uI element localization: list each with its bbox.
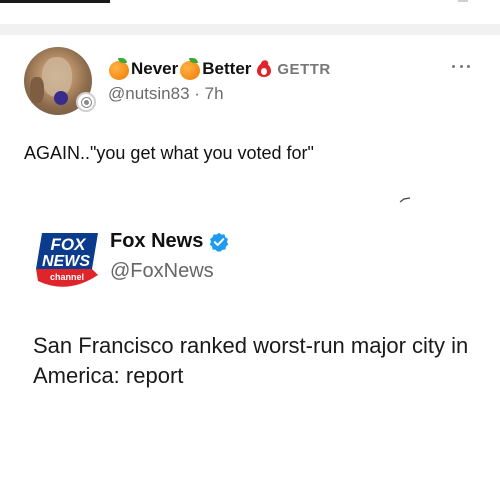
embed-name-text: Fox News [110,230,204,252]
fire-badge-icon [256,58,272,78]
post-text: AGAIN.."you get what you voted for" [24,143,314,163]
embed-author-handle[interactable]: @FoxNews [110,260,214,283]
user-handle[interactable]: @nutsin83 [108,84,190,103]
verified-check-icon [210,232,229,252]
more-options-icon[interactable] [452,62,470,70]
embed-headline[interactable]: San Francisco ranked worst-run major cit… [33,331,473,391]
feed-divider [0,24,500,35]
stray-mark [399,197,411,203]
display-name[interactable]: Never Better GETTR [108,57,331,81]
handle-row: @nutsin83 · 7h [108,84,224,104]
verified-badge-icon [76,92,96,112]
orange-icon [179,58,201,80]
fox-news-logo[interactable]: FOX NEWS channel [34,229,102,291]
embed-author-name[interactable]: Fox News [110,230,229,253]
fox-logo-text-mid: NEWS [42,253,90,270]
top-bar-mark [458,0,468,2]
platform-label: GETTR [277,60,331,78]
top-bar [0,0,110,3]
fox-logo-text-top: FOX [51,235,88,254]
fox-logo-text-bottom: channel [50,272,84,282]
separator: · [189,84,205,103]
orange-icon [108,58,130,80]
display-name-part1: Never [131,59,179,78]
post-time[interactable]: 7h [205,84,224,103]
display-name-part2: Better [202,59,252,78]
